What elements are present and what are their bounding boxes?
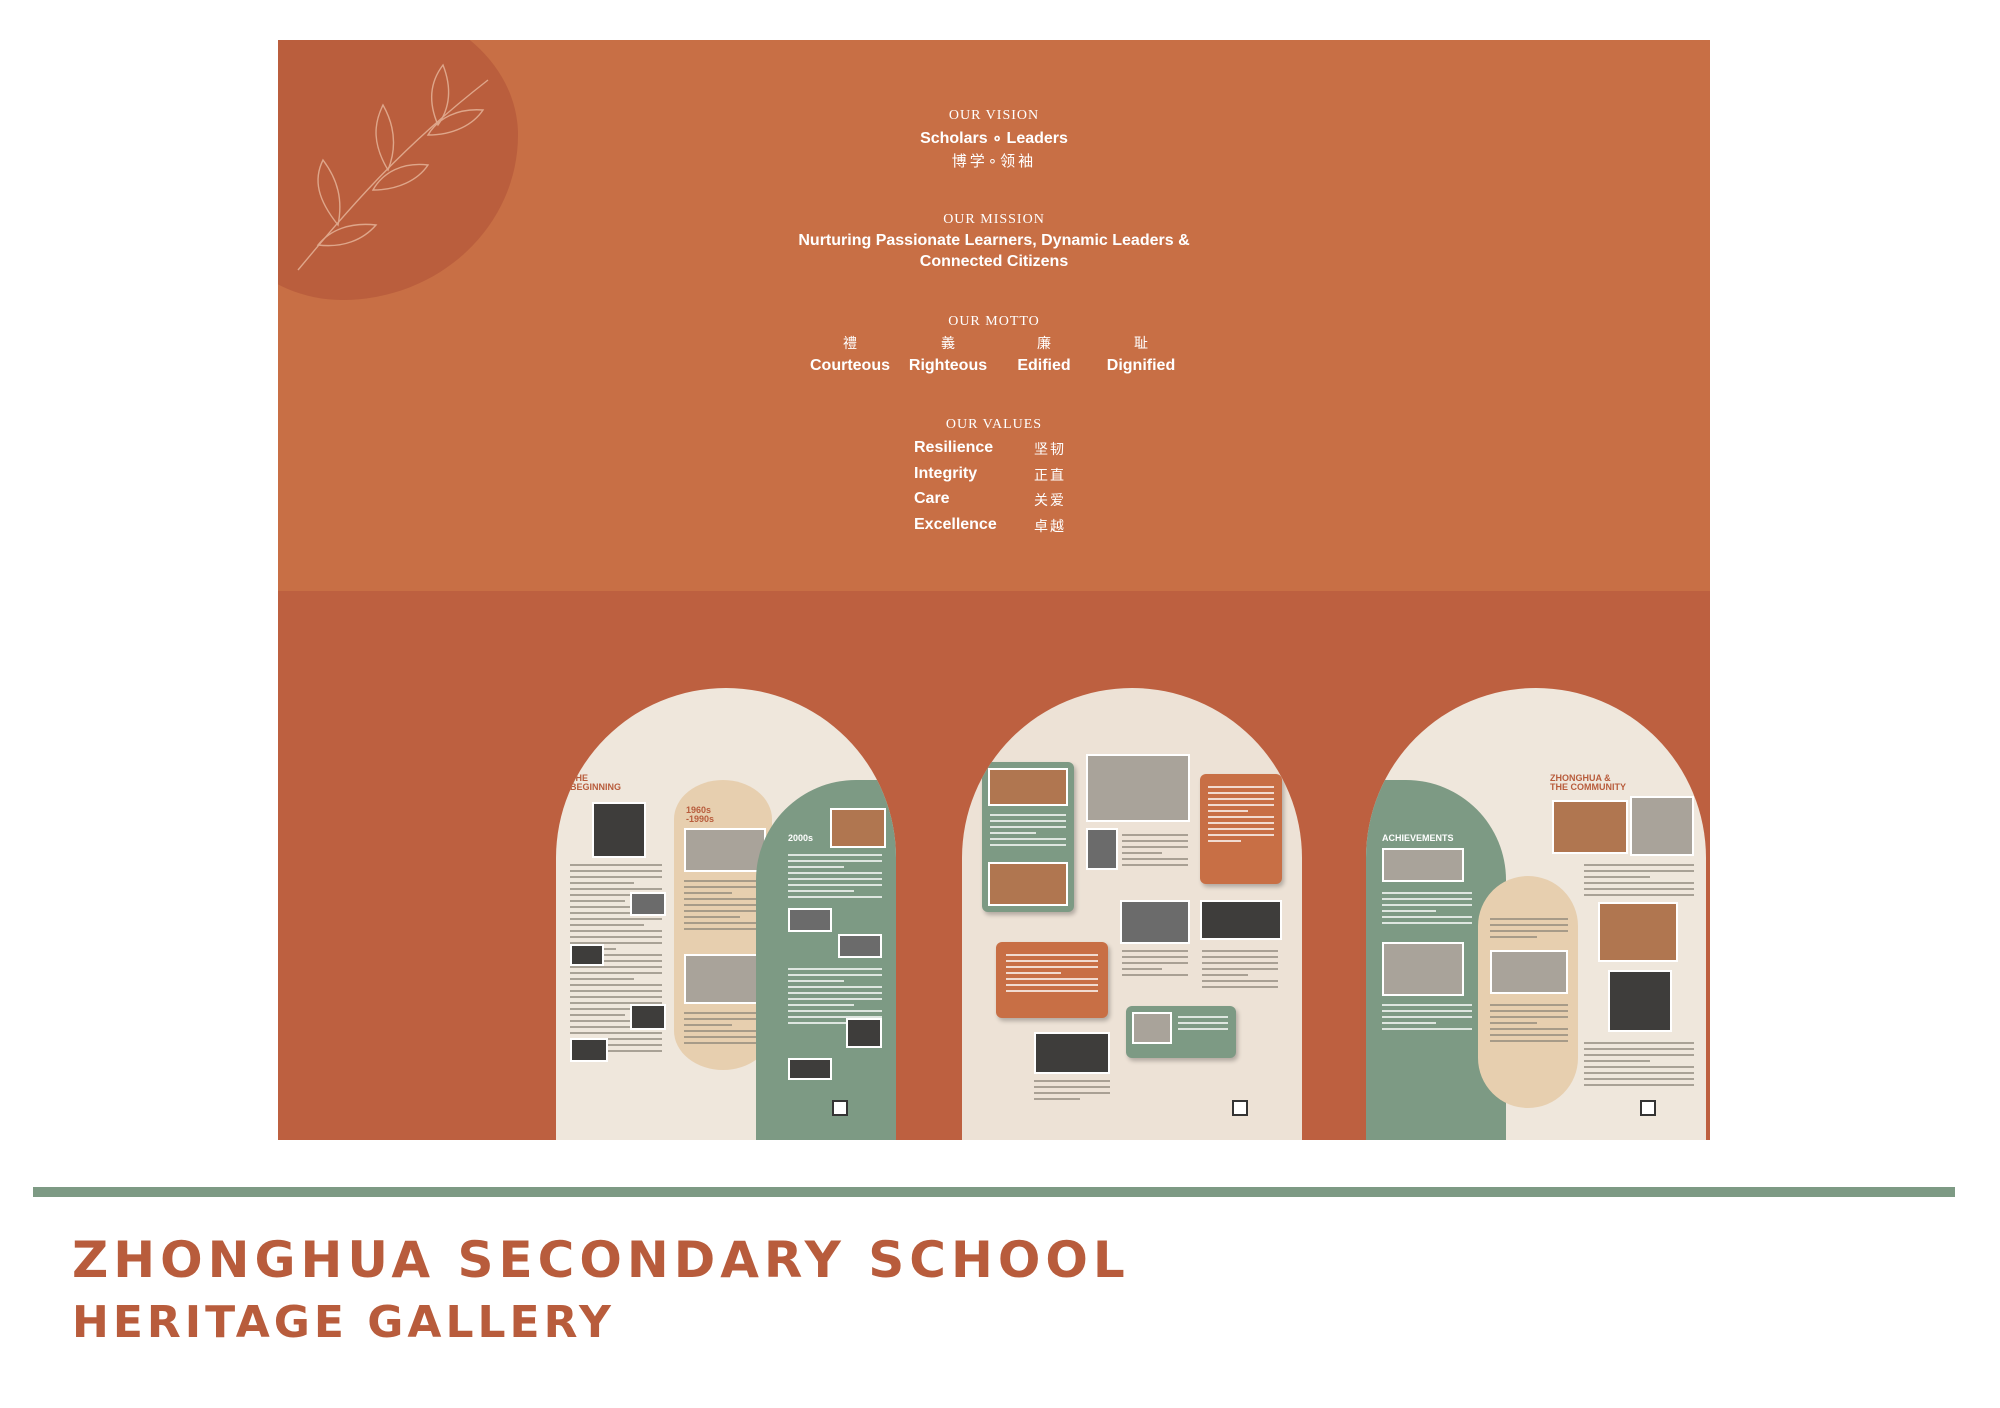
value-en: Care [914,490,950,507]
panel-community: ACHIEVEMENTS ZHONGHUA & THE COMMUNITY [1366,688,1706,1140]
quote-text [1122,950,1188,980]
motto-zh: 耻 [1134,336,1148,352]
portrait-photo [988,768,1068,806]
art-class-photo [1034,1032,1110,1074]
achievement-text [1382,892,1472,928]
card-text [1178,1016,1228,1034]
motto-en: Dignified [1106,357,1176,374]
vision-heading: OUR VISION [948,108,1040,123]
historic-photo [570,944,604,966]
motto-heading: OUR MOTTO [948,314,1040,329]
school-photo [788,908,832,932]
historic-photo [592,802,646,858]
school-photo [838,934,882,958]
community-photo [1598,902,1678,962]
scholarship-text [1490,918,1568,942]
zoom-call-card [1126,1006,1236,1058]
testimonial-card [982,762,1074,912]
motto-item-courteous: 禮 Courteous [795,333,905,375]
era-text [788,854,882,902]
historic-photo [684,954,766,1004]
values-heading: OUR VALUES [945,417,1043,432]
era-label-1990s: -1990s [686,814,715,824]
value-integrity: Integrity 正直 [914,465,1114,487]
value-zh: 正直 [1034,468,1066,484]
qr-code-icon[interactable] [1232,1100,1248,1116]
card-text [1208,786,1274,846]
classroom-photo [1200,900,1282,940]
era-text [684,1012,764,1048]
historic-photo [630,892,666,916]
divider-rule [33,1187,1955,1197]
motto-zh: 禮 [843,336,857,352]
motto-en: Courteous [810,357,890,374]
community-photo [1630,796,1694,856]
value-zh: 坚韧 [1034,442,1066,458]
school-photo [830,808,886,848]
classroom-photo [1120,900,1190,944]
community-text [1584,1042,1694,1090]
value-care: Care 关爱 [914,490,1114,512]
activity-photo [988,862,1068,906]
era-label-2000s: 2000s [788,833,814,843]
student-photo [1086,828,1118,870]
value-en: Excellence [914,516,997,533]
value-zh: 卓越 [1034,519,1066,535]
quote-card [1200,774,1282,884]
historic-photo [630,1004,666,1030]
value-zh: 关爱 [1034,493,1066,509]
panel-title-line2: THE COMMUNITY [1550,782,1626,792]
scholarship-text [1490,1004,1568,1046]
community-photo [1552,800,1628,854]
value-excellence: Excellence 卓越 [914,516,1114,538]
quote-text [1122,834,1188,870]
historic-photo [570,1038,608,1062]
panel-title-line2: BEGINNING [570,782,622,792]
qr-code-icon[interactable] [1640,1100,1656,1116]
school-photo [788,1058,832,1080]
quote-text [1034,1080,1110,1104]
historic-photo [684,828,766,872]
heritage-board: OUR VISION Scholars ∘ Leaders 博学∘领袖 OUR … [278,40,1710,1140]
mission-line-1: Nurturing Passionate Learners, Dynamic L… [798,232,1190,249]
page-subtitle: HERITAGE GALLERY [72,1297,615,1348]
panel-memories [962,688,1302,1140]
qr-code-icon[interactable] [832,1100,848,1116]
mission-heading: OUR MISSION [943,212,1045,227]
motto-zh: 廉 [1037,336,1051,352]
vision-line-zh: 博学∘领袖 [951,152,1037,170]
page-title: ZHONGHUA SECONDARY SCHOOL [72,1231,1130,1289]
motto-en: Righteous [908,357,988,374]
card-text [1006,954,1098,996]
zhonghua-tree-logo [1382,942,1464,996]
motto-zh: 義 [941,336,955,352]
value-en: Integrity [914,465,978,482]
zoom-photo [1132,1012,1172,1044]
badge-photo [846,1018,882,1048]
achievement-text [1382,1004,1472,1034]
community-photo [1608,970,1672,1032]
100th-anniversary-logo [1382,848,1464,882]
leaf-branch-icon [297,63,489,271]
motto-item-dignified: 耻 Dignified [1086,333,1196,375]
card-text [990,814,1066,850]
vision-line-en: Scholars ∘ Leaders [920,130,1068,147]
quote-card [996,942,1108,1018]
era-text [684,880,764,934]
motto-item-righteous: 義 Righteous [893,333,1003,375]
panel-the-beginning: THE BEGINNING 1960s -1990s 2000s [556,688,896,1140]
community-text [1584,864,1694,900]
motto-item-edified: 廉 Edified [989,333,1099,375]
scholarship-photo [1490,950,1568,994]
achievements-heading: ACHIEVEMENTS [1382,833,1454,843]
value-resilience: Resilience 坚韧 [914,439,1114,461]
mission-line-2: Connected Citizens [919,253,1069,270]
value-en: Resilience [914,439,994,456]
quote-text [1202,950,1278,992]
parade-photo [1086,754,1190,822]
motto-en: Edified [1017,357,1071,374]
